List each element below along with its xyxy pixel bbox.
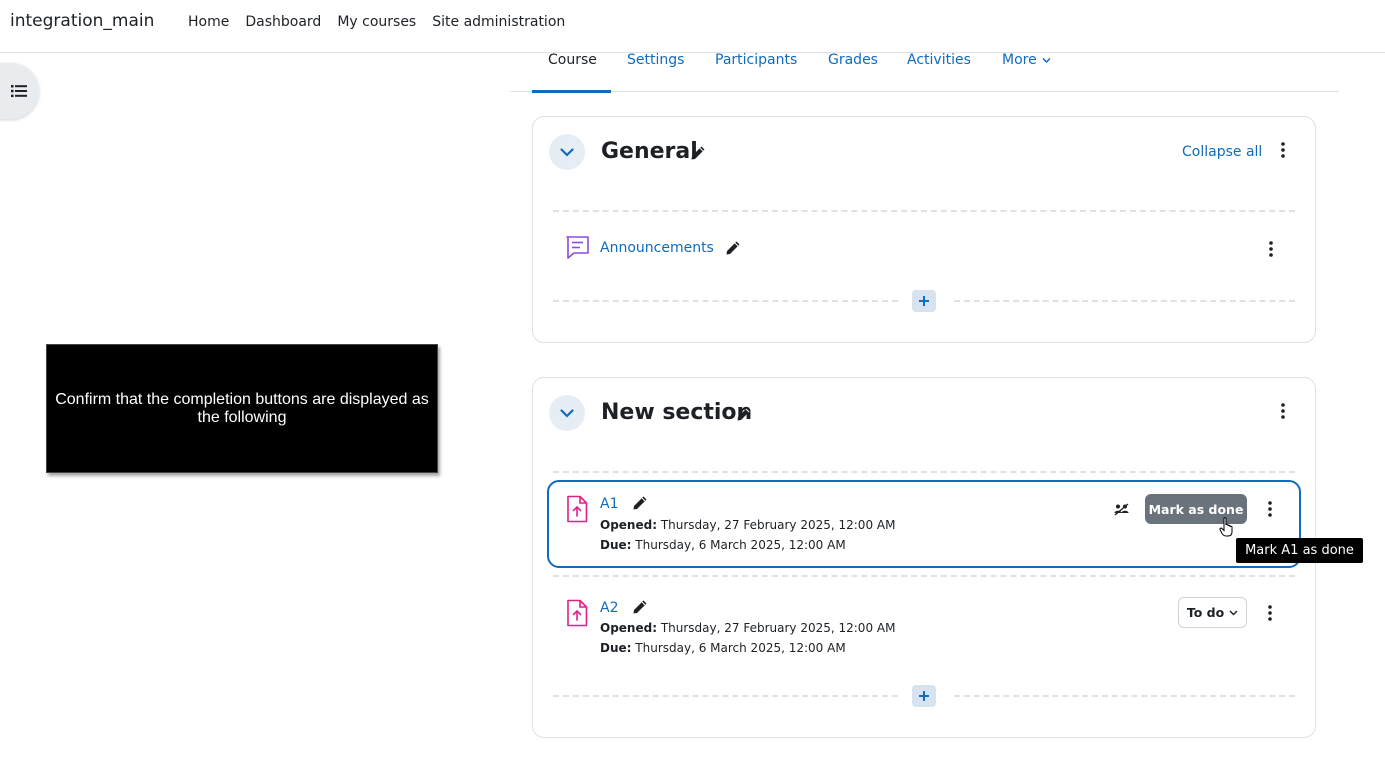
pencil-icon[interactable] <box>690 145 706 161</box>
group-mode-icon[interactable] <box>1114 503 1129 516</box>
assignment-icon <box>567 495 588 523</box>
activity-menu-button[interactable] <box>1261 237 1281 261</box>
list-icon <box>10 85 27 98</box>
tab-settings-label: Settings <box>627 52 685 68</box>
activity-name-announcements[interactable]: Announcements <box>600 240 714 256</box>
activity-menu-button[interactable] <box>1260 497 1280 521</box>
due-label: Due: <box>600 640 632 655</box>
secondary-navigation: Course Settings Participants Grades Acti… <box>510 52 1339 93</box>
section-collapse-button[interactable] <box>549 134 585 170</box>
opened-label: Opened: <box>600 621 657 635</box>
site-brand[interactable]: integration_main <box>10 11 154 31</box>
activity-menu-button[interactable] <box>1260 601 1280 625</box>
nav-dashboard[interactable]: Dashboard <box>245 14 321 30</box>
tab-more-label: More <box>1002 52 1037 68</box>
divider <box>553 695 898 697</box>
collapse-all-link[interactable]: Collapse all <box>1182 144 1262 160</box>
kebab-icon <box>1269 241 1273 257</box>
activity-dates-a2: Opened: Thursday, 27 February 2025, 12:0… <box>600 619 895 658</box>
divider <box>553 210 1295 212</box>
primary-navigation: Home Dashboard My courses Site administr… <box>188 14 565 30</box>
section-menu-button[interactable] <box>1273 138 1293 162</box>
add-activity-button[interactable] <box>912 685 936 707</box>
pencil-icon[interactable] <box>725 240 741 256</box>
section-title: General <box>601 139 698 164</box>
assignment-icon <box>567 599 588 627</box>
plus-icon <box>919 691 929 701</box>
opened-date: Thursday, 27 February 2025, 12:00 AM <box>660 518 896 532</box>
instruction-text: Confirm that the completion buttons are … <box>55 390 429 426</box>
activity-name-a2[interactable]: A2 <box>600 600 618 616</box>
kebab-icon <box>1281 142 1285 158</box>
activity-name-a1[interactable]: A1 <box>600 496 618 512</box>
section-collapse-button[interactable] <box>549 395 585 431</box>
chevron-down-icon <box>560 408 574 418</box>
tab-course[interactable]: Course <box>532 52 611 93</box>
pencil-icon[interactable] <box>632 599 648 615</box>
top-navbar: integration_main Home Dashboard My cours… <box>0 0 1385 53</box>
tooltip: Mark A1 as done <box>1236 538 1363 563</box>
chevron-down-icon <box>1042 57 1051 64</box>
nav-my-courses[interactable]: My courses <box>337 14 416 30</box>
nav-site-administration[interactable]: Site administration <box>432 14 565 30</box>
add-activity-button[interactable] <box>912 290 936 312</box>
nav-home[interactable]: Home <box>188 14 229 30</box>
tab-activities[interactable]: Activities <box>907 53 987 92</box>
due-label: Due: <box>600 537 632 552</box>
divider <box>954 695 1295 697</box>
completion-dropdown-label: To do <box>1186 605 1225 620</box>
chevron-down-icon <box>560 147 574 157</box>
completion-dropdown[interactable]: To do <box>1178 597 1247 628</box>
section-title: New section <box>601 400 753 425</box>
tab-course-label: Course <box>548 52 597 68</box>
due-date: Thursday, 6 March 2025, 12:00 AM <box>635 640 846 655</box>
activity-dates-a1: Opened: Thursday, 27 February 2025, 12:0… <box>600 516 895 555</box>
tab-grades[interactable]: Grades <box>828 53 888 92</box>
pencil-icon[interactable] <box>632 495 648 511</box>
opened-date: Thursday, 27 February 2025, 12:00 AM <box>660 621 896 635</box>
opened-label: Opened: <box>600 518 657 532</box>
pencil-icon[interactable] <box>736 406 752 422</box>
tab-participants-label: Participants <box>715 52 798 68</box>
course-index-toggle[interactable] <box>0 63 39 119</box>
divider <box>553 471 1295 473</box>
kebab-icon <box>1268 605 1272 621</box>
tab-more[interactable]: More <box>1002 53 1072 92</box>
hand-cursor-icon <box>1219 517 1233 537</box>
tab-settings[interactable]: Settings <box>627 53 699 92</box>
due-date: Thursday, 6 March 2025, 12:00 AM <box>635 537 846 552</box>
divider <box>553 300 898 302</box>
tab-activities-label: Activities <box>907 52 971 68</box>
chevron-down-icon <box>1229 610 1238 615</box>
tab-participants[interactable]: Participants <box>715 53 811 92</box>
kebab-icon <box>1268 501 1272 517</box>
section-general: General Collapse all Announcements <box>532 116 1316 343</box>
divider <box>954 300 1295 302</box>
forum-icon <box>566 236 589 259</box>
section-menu-button[interactable] <box>1273 399 1293 423</box>
tab-grades-label: Grades <box>828 52 878 68</box>
divider <box>553 575 1295 577</box>
instruction-overlay: Confirm that the completion buttons are … <box>46 344 438 473</box>
plus-icon <box>919 296 929 306</box>
kebab-icon <box>1281 403 1285 419</box>
